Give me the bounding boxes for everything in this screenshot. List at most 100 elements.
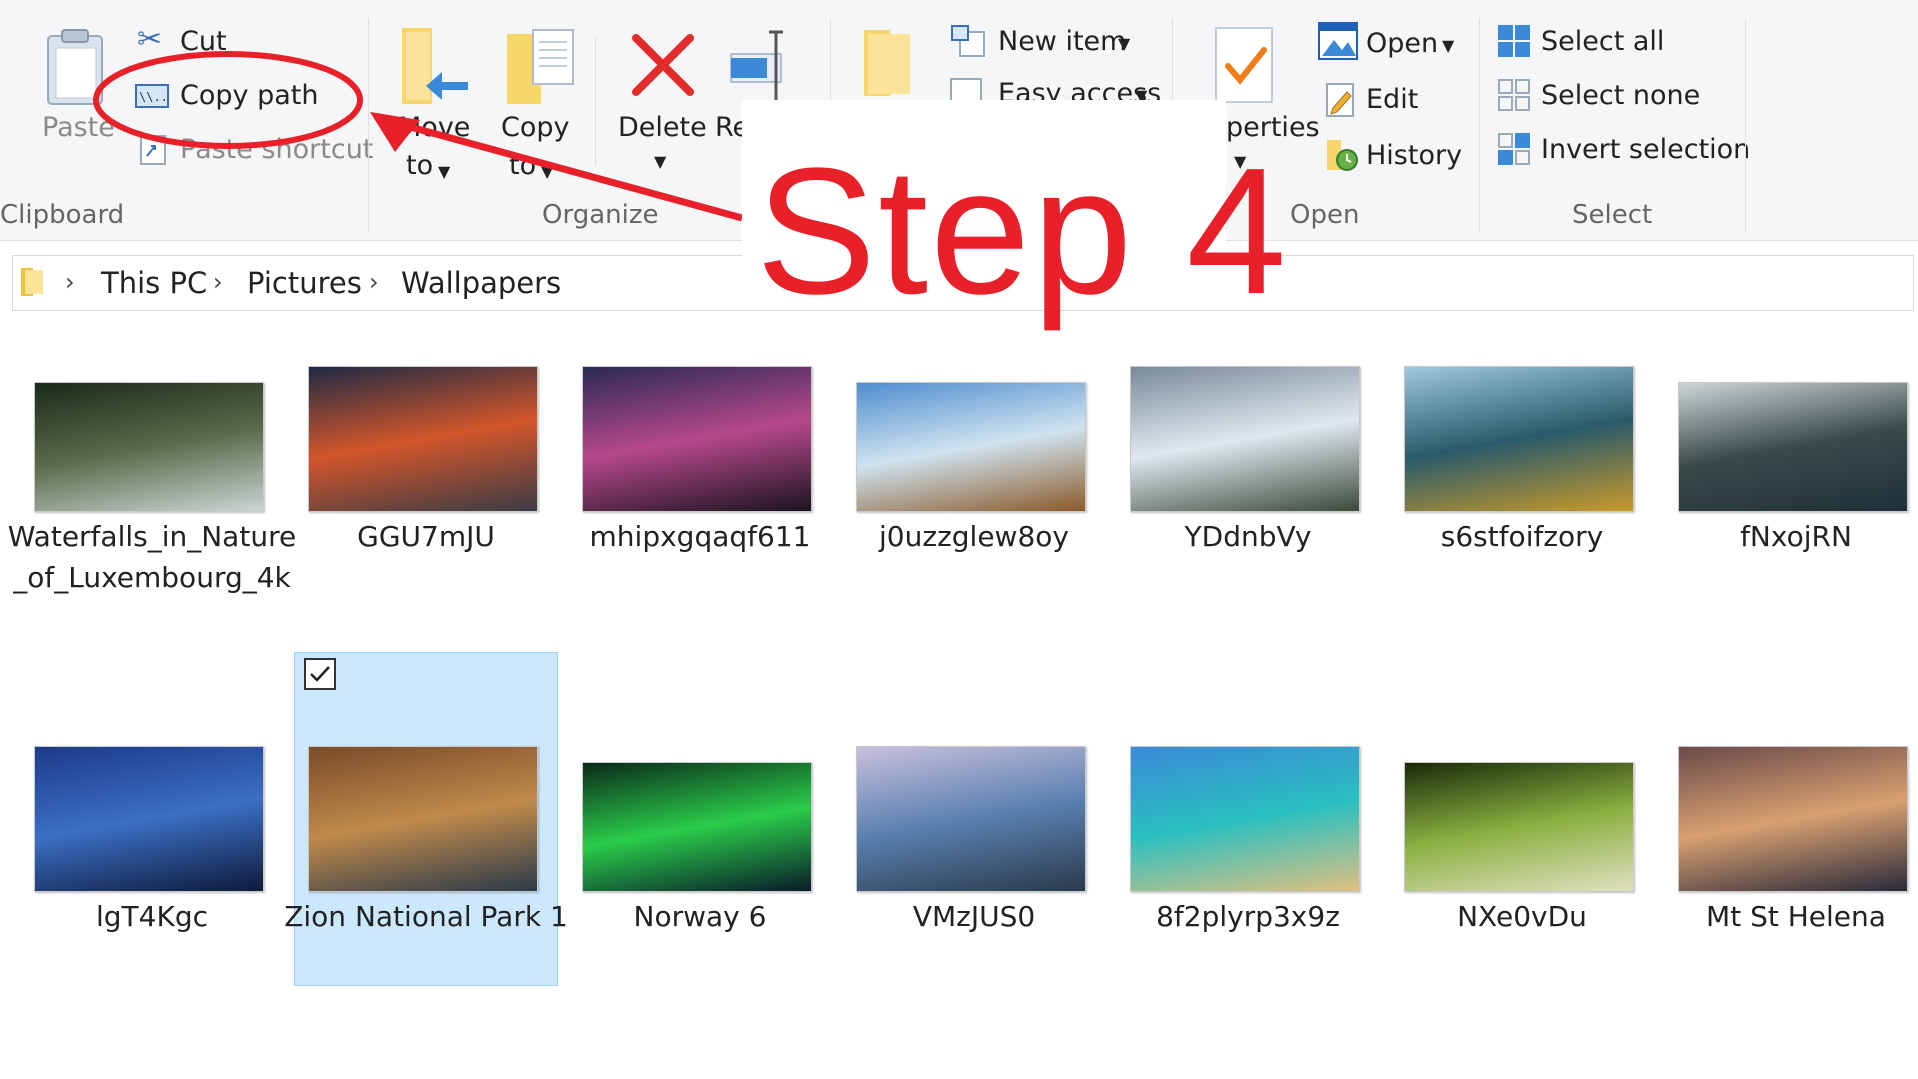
ribbon-separator	[368, 18, 369, 233]
chevron-right-icon[interactable]: ›	[65, 268, 75, 296]
image-thumbnail-icon	[1130, 366, 1360, 512]
file-name: lgT4Kgc	[96, 900, 208, 933]
properties-icon	[1215, 27, 1273, 103]
cut-label: Cut	[180, 26, 227, 57]
clipboard-group-label: Clipboard	[0, 200, 125, 230]
file-name: NXe0vDu	[1457, 900, 1587, 933]
history-button[interactable]: History	[1325, 136, 1475, 180]
copy-path-label: Copy path	[180, 80, 319, 111]
scissors-icon: ✂	[137, 22, 163, 57]
chevron-down-icon: ▼	[654, 152, 667, 171]
move-to-label-2: to	[406, 150, 434, 181]
ribbon-separator	[1745, 18, 1746, 233]
file-name: 8f2plyrp3x9z	[1156, 900, 1340, 933]
image-thumbnail-icon	[1404, 762, 1634, 892]
paste-shortcut-label: Paste shortcut	[180, 134, 374, 165]
move-to-label-1: Move	[398, 112, 471, 143]
file-name: s6stfoifzory	[1440, 520, 1604, 553]
folder-icon	[21, 268, 43, 296]
selection-checkbox[interactable]	[304, 658, 336, 690]
svg-text:\\...: \\...	[139, 90, 169, 104]
image-thumbnail-icon	[1678, 382, 1908, 512]
select-all-icon	[1498, 25, 1530, 57]
image-thumbnail-icon	[582, 762, 812, 892]
image-thumbnail-icon	[856, 382, 1086, 512]
organize-group-label: Organize	[542, 200, 659, 230]
file-name: Norway 6	[633, 900, 767, 933]
cut-button[interactable]: ✂ Cut	[135, 22, 245, 62]
file-name: YDdnbVy	[1184, 520, 1312, 553]
chevron-down-icon: ▼	[541, 162, 554, 181]
new-item-icon	[951, 25, 985, 57]
checkmark-icon	[310, 666, 330, 682]
shortcut-icon	[140, 135, 166, 165]
folder-move-icon	[402, 28, 468, 104]
file-name: GGU7mJU	[357, 520, 495, 553]
new-item-label: New item	[998, 26, 1127, 57]
copy-path-button[interactable]: \\... Copy path	[135, 76, 335, 116]
breadcrumb-wallpapers[interactable]: Wallpapers	[401, 266, 561, 300]
chevron-right-icon[interactable]: ›	[369, 268, 379, 296]
file-name: VMzJUS0	[912, 900, 1036, 933]
chevron-down-icon: ▼	[1442, 36, 1455, 55]
chevron-right-icon[interactable]: ›	[213, 268, 223, 296]
edit-button[interactable]: Edit	[1325, 80, 1435, 124]
paste-label: Paste	[42, 112, 115, 143]
easy-access-button[interactable]: Easy access ▼	[950, 74, 1160, 102]
image-thumbnail-icon	[308, 746, 538, 892]
select-none-icon	[1498, 79, 1530, 111]
edit-label: Edit	[1366, 84, 1419, 115]
open-group-label: Open	[1290, 200, 1360, 230]
copy-path-icon: \\...	[135, 84, 169, 108]
ribbon-separator	[595, 36, 596, 166]
invert-selection-label: Invert selection	[1541, 134, 1751, 165]
file-name: Mt St Helena	[1706, 900, 1886, 933]
folder-copy-icon	[507, 29, 574, 104]
delete-label: Delete	[618, 112, 707, 143]
open-label: Open	[1366, 28, 1439, 59]
image-thumbnail-icon	[34, 746, 264, 892]
breadcrumb-pictures[interactable]: Pictures	[247, 266, 362, 300]
select-none-label: Select none	[1541, 80, 1701, 111]
select-all-button[interactable]: Select all	[1497, 22, 1687, 62]
open-button[interactable]: Open ▼	[1318, 22, 1468, 66]
copy-to-label-1: Copy	[501, 112, 570, 143]
invert-selection-button[interactable]: Invert selection	[1497, 130, 1757, 170]
open-icon	[1318, 22, 1358, 60]
rename-icon	[730, 30, 783, 106]
delete-button[interactable]: Delete ▼	[612, 20, 717, 185]
clipboard-icon	[47, 29, 103, 105]
image-thumbnail-icon	[1678, 746, 1908, 892]
step-annotation: Step 4	[756, 131, 1289, 332]
file-name: Zion National Park 1	[284, 900, 568, 933]
invert-selection-icon	[1498, 133, 1530, 165]
file-name: Waterfalls_in_Nature_of_Luxembourg_4k	[7, 520, 297, 594]
history-icon	[1327, 140, 1358, 171]
copy-to-button[interactable]: Copy to ▼	[495, 20, 585, 185]
image-thumbnail-icon	[1130, 746, 1360, 892]
image-thumbnail-icon	[582, 366, 812, 512]
history-label: History	[1366, 140, 1463, 171]
select-all-label: Select all	[1541, 26, 1665, 57]
breadcrumb-this-pc[interactable]: This PC	[101, 266, 207, 300]
new-item-button[interactable]: New item ▼	[950, 22, 1140, 66]
file-name: mhipxgqaqf611	[589, 520, 811, 553]
ribbon-separator	[1479, 18, 1480, 233]
file-name: j0uzzglew8oy	[879, 520, 1069, 553]
image-thumbnail-icon	[856, 746, 1086, 892]
select-group-label: Select	[1572, 200, 1653, 230]
easy-access-icon	[950, 78, 982, 102]
paste-button[interactable]: Paste	[30, 20, 115, 150]
select-none-button[interactable]: Select none	[1497, 76, 1707, 116]
move-to-button[interactable]: Move to ▼	[390, 20, 480, 185]
image-thumbnail-icon	[34, 382, 264, 512]
chevron-down-icon: ▼	[438, 162, 451, 181]
image-thumbnail-icon	[308, 366, 538, 512]
new-folder-button[interactable]	[860, 24, 920, 104]
edit-pencil-icon	[1326, 83, 1354, 117]
paste-shortcut-button[interactable]: Paste shortcut	[135, 130, 373, 170]
folder-icon	[864, 30, 910, 96]
file-name: fNxojRN	[1740, 520, 1852, 553]
chevron-down-icon: ▼	[1118, 34, 1131, 53]
copy-to-label-2: to	[509, 150, 537, 181]
